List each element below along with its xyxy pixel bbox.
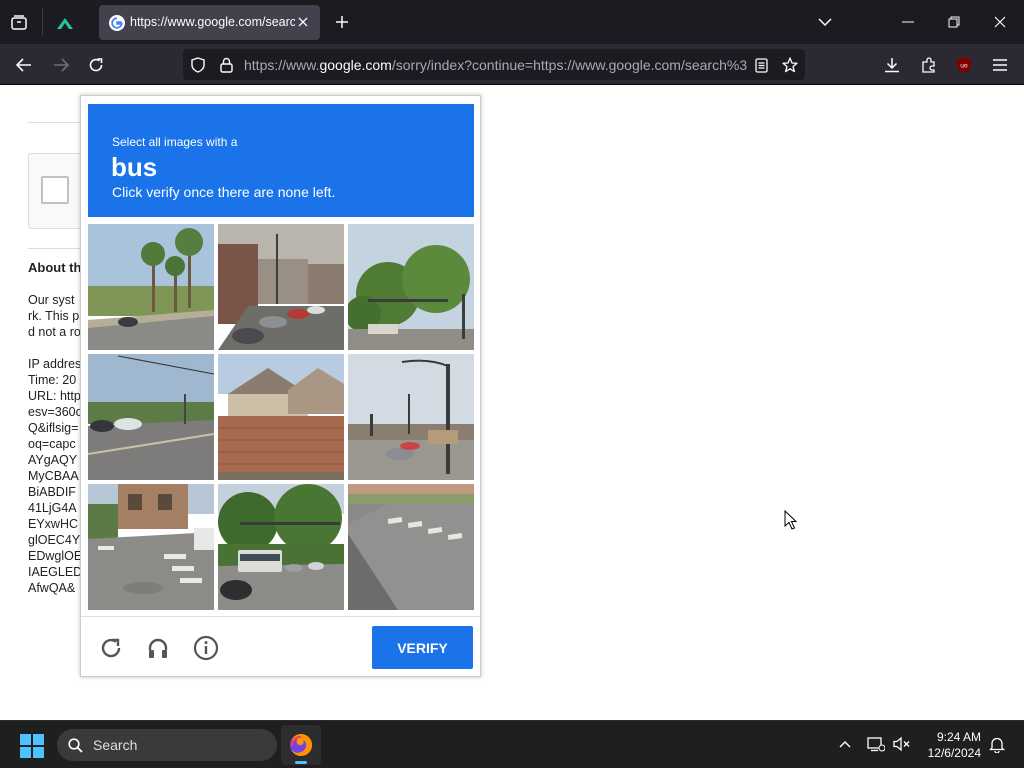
minimize-icon[interactable] bbox=[898, 12, 918, 32]
url-path: /sorry/index?continue=https://www.google… bbox=[391, 57, 748, 73]
request-details-line: EYxwHC bbox=[28, 517, 79, 531]
captcha-tile-3[interactable] bbox=[348, 224, 474, 350]
notifications-bell-icon[interactable] bbox=[987, 734, 1007, 754]
about-paragraph-line: Our syst bbox=[28, 293, 75, 307]
url-text[interactable]: https://www.google.com/sorry/index?conti… bbox=[244, 57, 748, 73]
page-divider-top bbox=[28, 122, 80, 123]
bookmark-star-icon[interactable] bbox=[780, 55, 800, 75]
tab-title: https://www.google.com/search bbox=[130, 15, 295, 29]
restore-icon[interactable] bbox=[944, 12, 964, 32]
request-details-line: Q&iflsig= bbox=[28, 421, 79, 435]
page-divider-bottom bbox=[28, 248, 80, 249]
taskbar-clock[interactable]: 9:24 AM 12/6/2024 bbox=[928, 729, 981, 761]
request-details-line: BiABDIF bbox=[28, 485, 76, 499]
url-prefix: https://www. bbox=[244, 57, 320, 73]
downloads-icon[interactable] bbox=[881, 54, 903, 76]
verify-button[interactable]: VERIFY bbox=[372, 626, 473, 669]
footer-divider bbox=[81, 616, 480, 617]
captcha-tile-2[interactable] bbox=[218, 224, 344, 350]
lock-icon[interactable] bbox=[216, 55, 236, 75]
tab-overview-icon[interactable] bbox=[8, 12, 30, 34]
request-details-line: esv=360c bbox=[28, 405, 82, 419]
search-label: Search bbox=[93, 737, 138, 753]
url-domain: google.com bbox=[319, 57, 392, 73]
show-hidden-icons-chevron-icon[interactable] bbox=[836, 735, 854, 753]
search-icon bbox=[67, 737, 83, 753]
tab-bar: https://www.google.com/search bbox=[0, 0, 1024, 44]
tab-google-search[interactable]: https://www.google.com/search bbox=[99, 5, 320, 40]
new-tab-icon[interactable] bbox=[332, 12, 352, 32]
captcha-tile-8[interactable] bbox=[218, 484, 344, 610]
clock-time: 9:24 AM bbox=[936, 730, 981, 744]
network-icon[interactable] bbox=[866, 734, 886, 754]
ublock-origin-icon[interactable]: uo bbox=[953, 54, 975, 76]
captcha-tile-1[interactable] bbox=[88, 224, 214, 350]
challenge-header: Select all images with a bus Click verif… bbox=[88, 104, 474, 217]
about-paragraph-line: rk. This p bbox=[28, 309, 80, 323]
request-details-line: 41LjG4A bbox=[28, 501, 77, 515]
reload-icon[interactable] bbox=[85, 54, 107, 76]
svg-text:uo: uo bbox=[960, 63, 968, 70]
request-details-line: AYgAQY bbox=[28, 453, 78, 467]
pinned-tab-icon[interactable] bbox=[54, 12, 76, 34]
active-app-indicator bbox=[295, 761, 307, 764]
tab-divider bbox=[42, 8, 43, 36]
reload-challenge-icon[interactable] bbox=[97, 634, 125, 662]
info-icon[interactable] bbox=[192, 634, 220, 662]
tracking-protection-shield-icon[interactable] bbox=[188, 55, 208, 75]
taskbar: Search 9:24 AM 12/6/2024 bbox=[0, 720, 1024, 768]
navigation-bar: https://www.google.com/sorry/index?conti… bbox=[0, 44, 1024, 85]
captcha-tile-7[interactable] bbox=[88, 484, 214, 610]
windows-start-icon[interactable] bbox=[19, 733, 45, 759]
forward-icon[interactable] bbox=[50, 54, 72, 76]
close-window-icon[interactable] bbox=[990, 12, 1010, 32]
request-details-line: AfwQA& bbox=[28, 581, 76, 595]
app-menu-icon[interactable] bbox=[989, 54, 1011, 76]
instruction-line: Select all images with a bbox=[112, 135, 238, 149]
taskbar-search-box[interactable]: Search bbox=[57, 729, 277, 761]
close-tab-icon[interactable] bbox=[295, 14, 311, 30]
url-bar[interactable]: https://www.google.com/sorry/index?conti… bbox=[183, 49, 805, 80]
google-favicon-icon bbox=[108, 14, 125, 31]
reader-view-icon[interactable] bbox=[751, 55, 771, 75]
recaptcha-checkbox[interactable] bbox=[41, 176, 69, 204]
request-details-line: URL: http bbox=[28, 389, 81, 403]
about-paragraph-line: d not a ro bbox=[28, 325, 81, 339]
list-all-tabs-icon[interactable] bbox=[815, 12, 835, 32]
target-object-word: bus bbox=[111, 152, 158, 182]
about-heading: About th bbox=[28, 260, 82, 275]
request-details-line: glOEC4Y bbox=[28, 533, 81, 547]
captcha-tile-5[interactable] bbox=[218, 354, 344, 480]
request-details-line: IP addres bbox=[28, 357, 82, 371]
captcha-tile-9[interactable] bbox=[348, 484, 474, 610]
captcha-tile-4[interactable] bbox=[88, 354, 214, 480]
mouse-cursor-icon bbox=[783, 509, 797, 531]
recaptcha-challenge-popup: Select all images with a bus Click verif… bbox=[80, 95, 481, 677]
clock-date: 12/6/2024 bbox=[927, 746, 981, 760]
audio-challenge-icon[interactable] bbox=[144, 634, 172, 662]
request-details-line: Time: 20 bbox=[28, 373, 77, 387]
captcha-tile-6[interactable] bbox=[348, 354, 474, 480]
instruction-subtext: Click verify once there are none left. bbox=[112, 184, 336, 200]
back-icon[interactable] bbox=[13, 54, 35, 76]
request-details-line: EDwglOE bbox=[28, 549, 83, 563]
request-details-line: MyCBAA bbox=[28, 469, 79, 483]
extensions-icon[interactable] bbox=[918, 54, 940, 76]
firefox-taskbar-icon[interactable] bbox=[281, 725, 321, 765]
request-details-line: IAEGLED bbox=[28, 565, 83, 579]
request-details-line: oq=capc bbox=[28, 437, 76, 451]
volume-muted-icon[interactable] bbox=[892, 734, 912, 754]
